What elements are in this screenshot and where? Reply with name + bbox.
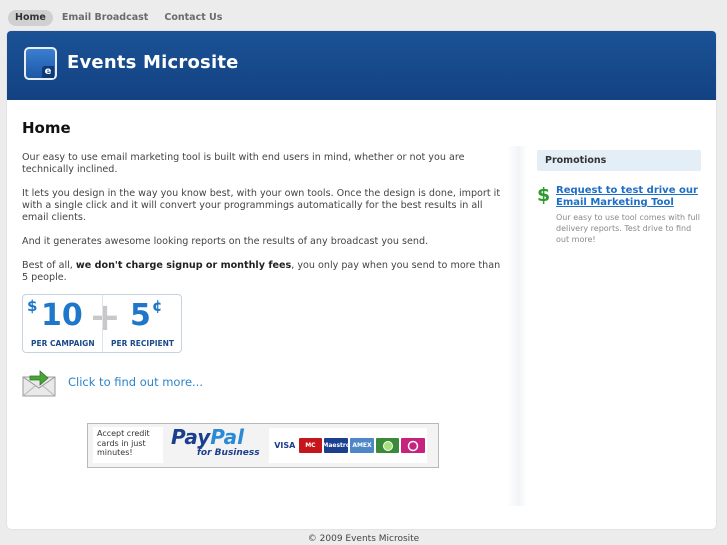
- intro-paragraph: Our easy to use email marketing tool is …: [22, 152, 465, 175]
- main-content: Home Our easy to use email marketing too…: [22, 119, 507, 468]
- fees-bold: we don't charge signup or monthly fees: [75, 260, 292, 271]
- logo-letter: e: [42, 66, 54, 78]
- paypal-accept-text: Accept credit cards in just minutes!: [93, 427, 163, 463]
- bank-card-icon: [375, 438, 400, 453]
- recipient-currency-symbol: ¢: [152, 297, 163, 315]
- campaign-currency-symbol: $: [27, 297, 38, 315]
- fees-paragraph: Best of all, we don't charge signup or m…: [22, 260, 507, 284]
- sidebar-divider: [507, 146, 527, 506]
- fees-prefix: Best of all,: [22, 260, 76, 271]
- nav-item-email-broadcast[interactable]: Email Broadcast: [55, 10, 156, 26]
- paypal-banner[interactable]: Accept credit cards in just minutes! Pay…: [87, 423, 439, 468]
- visa-card-icon: VISA: [273, 438, 297, 453]
- maestro-card-icon: Maestro: [322, 438, 350, 453]
- page-title: Home: [22, 119, 71, 137]
- echeck-card-icon: [401, 438, 425, 453]
- campaign-price: 10: [41, 298, 83, 333]
- dollar-icon: $: [537, 184, 551, 206]
- paypal-logo-pay: Pay: [171, 425, 211, 449]
- card-logos: VISA MC Maestro AMEX: [269, 428, 427, 463]
- sidebar: Promotions $ Request to test drive our E…: [537, 150, 701, 245]
- reports-paragraph: And it generates awesome looking reports…: [22, 236, 429, 247]
- pricing-badge: $ 10 + 5 ¢ PER CAMPAIGN PER RECIPIENT: [22, 294, 182, 353]
- top-nav: Home Email Broadcast Contact Us: [8, 10, 231, 26]
- find-out-more-link[interactable]: Click to find out more...: [68, 375, 203, 389]
- promo-description: Our easy to use tool comes with full del…: [556, 213, 701, 244]
- campaign-caption: PER CAMPAIGN: [31, 339, 95, 348]
- pricing-divider: [102, 295, 103, 352]
- amex-card-icon: AMEX: [350, 438, 374, 453]
- recipient-price: 5: [130, 298, 151, 333]
- find-out-more-row[interactable]: Click to find out more...: [22, 367, 203, 397]
- design-paragraph: It lets you design in the way you know b…: [22, 188, 501, 223]
- paypal-logo-pal: Pal: [210, 425, 245, 449]
- paypal-logo: PayPal for Business: [171, 426, 260, 458]
- site-logo-icon[interactable]: e: [24, 47, 57, 80]
- nav-item-home[interactable]: Home: [8, 10, 53, 26]
- plus-icon: +: [89, 295, 121, 339]
- test-drive-link[interactable]: Request to test drive our Email Marketin…: [556, 185, 701, 209]
- nav-item-contact-us[interactable]: Contact Us: [157, 10, 229, 26]
- site-header: e Events Microsite: [7, 31, 716, 100]
- promotions-heading: Promotions: [537, 150, 701, 171]
- footer-copyright: © 2009 Events Microsite: [307, 534, 420, 544]
- recipient-caption: PER RECIPIENT: [111, 339, 175, 348]
- site-title[interactable]: Events Microsite: [67, 52, 239, 73]
- envelope-arrow-icon[interactable]: [22, 367, 56, 397]
- paypal-logo-sub: for Business: [197, 448, 260, 458]
- promo-item: $ Request to test drive our Email Market…: [537, 184, 701, 245]
- mastercard-card-icon: MC: [298, 438, 323, 453]
